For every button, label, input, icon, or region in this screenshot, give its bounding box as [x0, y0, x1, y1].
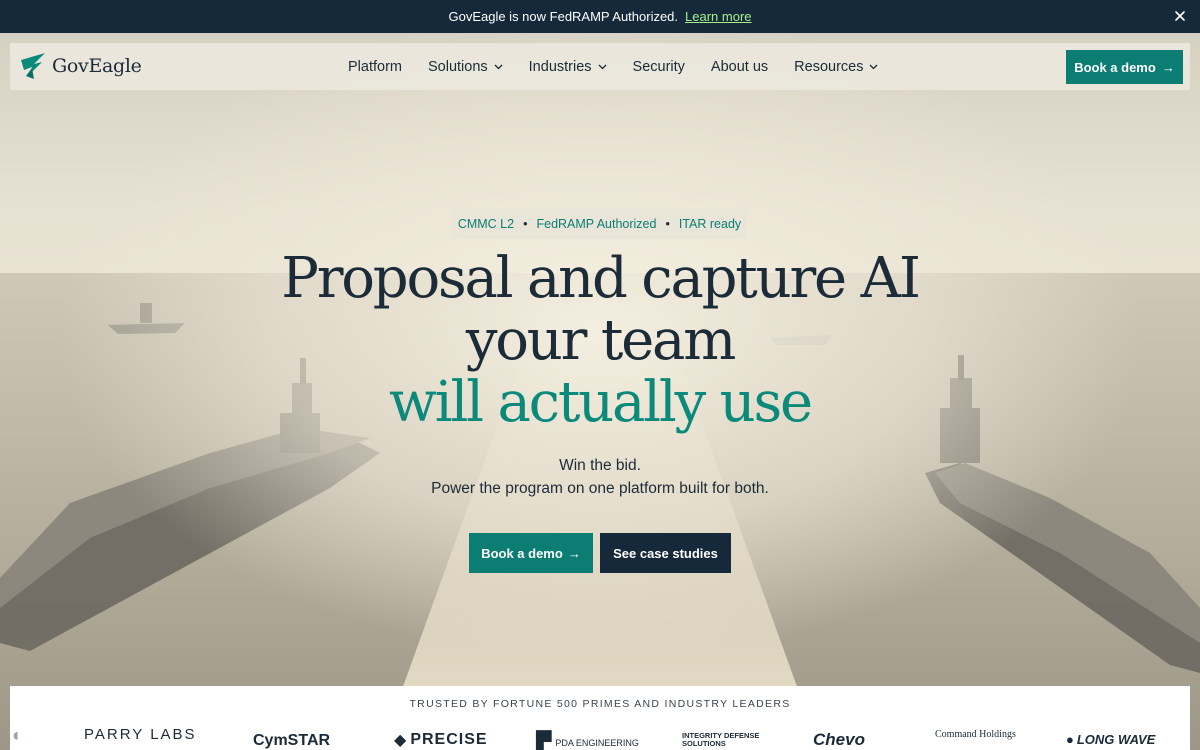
arrow-right-icon: → — [567, 545, 581, 561]
see-case-studies-button[interactable]: See case studies — [600, 533, 731, 573]
button-label: Book a demo — [481, 545, 563, 561]
nav-item-security[interactable]: Security — [633, 59, 685, 75]
logo-pda-engineering: ▛ PDA ENGINEERING — [536, 730, 639, 750]
subtitle-line-2: Power the program on one platform built … — [431, 480, 769, 497]
badge-cmmc: CMMC L2 — [457, 217, 515, 231]
trusted-title: TRUSTED BY FORTUNE 500 PRIMES AND INDUST… — [409, 698, 791, 710]
nav-item-solutions[interactable]: Solutions — [428, 59, 503, 75]
hero-headline: Proposal and capture AI your team will a… — [0, 248, 1200, 434]
arrow-right-icon: → — [1161, 59, 1175, 75]
headline-line-1: Proposal and capture AI — [281, 246, 921, 311]
brand-name: GovEagle — [52, 55, 142, 77]
logo-chevo: Chevo — [813, 730, 865, 749]
nav-item-label: Security — [632, 58, 685, 75]
chevron-down-icon — [598, 64, 606, 69]
nav-item-about-us[interactable]: About us — [711, 59, 768, 75]
brand-logo[interactable]: GovEagle — [20, 52, 142, 80]
nav-item-resources[interactable]: Resources — [794, 59, 878, 75]
logo-parry-labs: PARRY LABS — [84, 726, 197, 743]
logo-precise: ◆ PRECISE — [394, 731, 488, 749]
nav-item-label: Platform — [348, 58, 402, 75]
logo-command-holdings: Command Holdings — [935, 729, 1016, 740]
badge-fedramp: FedRAMP Authorized — [536, 217, 657, 231]
nav-item-label: Resources — [794, 58, 864, 75]
nav-item-platform[interactable]: Platform — [348, 59, 402, 75]
top-navbar: GovEagle Platform Solutions Industries S… — [10, 43, 1190, 90]
diamond-icon: ◆ — [394, 732, 408, 749]
globe-icon: ● — [1066, 732, 1074, 747]
nav-item-label: Solutions — [428, 58, 488, 75]
eagle-logo-icon — [21, 53, 45, 79]
hero-subtitle: Win the bid. Power the program on one pl… — [0, 454, 1200, 500]
nav-item-label: About us — [710, 58, 769, 75]
pda-mark-icon: ▛ — [536, 732, 552, 750]
hero-book-demo-button[interactable]: Book a demo → — [469, 533, 593, 573]
button-label: Book a demo — [1074, 59, 1156, 75]
main-menu: Platform Solutions Industries Security A… — [348, 43, 904, 90]
chevron-down-icon — [870, 64, 878, 69]
announcement-bar: GovEagle is now FedRAMP Authorized. Lear… — [0, 0, 1200, 33]
nav-book-demo-button[interactable]: Book a demo → — [1066, 50, 1183, 84]
logo-long-wave: ● LONG WAVE — [1066, 732, 1156, 747]
customer-logos: ◖ PARRY LABS CymSTAR ◆ PRECISE ▛ PDA ENG… — [10, 725, 1190, 750]
separator-dot: • — [665, 217, 670, 231]
separator-dot: • — [523, 217, 528, 231]
button-label: See case studies — [613, 545, 718, 561]
announcement-message: GovEagle is now FedRAMP Authorized. — [448, 9, 679, 24]
close-icon[interactable] — [1172, 8, 1188, 24]
learn-more-link[interactable]: Learn more — [685, 9, 751, 24]
trusted-by-section: TRUSTED BY FORTUNE 500 PRIMES AND INDUST… — [10, 686, 1190, 750]
nav-item-industries[interactable]: Industries — [529, 59, 607, 75]
subtitle-line-1: Win the bid. — [559, 457, 641, 474]
badge-itar: ITAR ready — [678, 217, 742, 231]
logo-integrity-defense: INTEGRITY DEFENSE SOLUTIONS — [682, 731, 760, 748]
logo-cymstar: CymSTAR — [253, 732, 331, 749]
nav-item-label: Industries — [528, 58, 592, 75]
partial-logo: ◖ — [10, 725, 21, 745]
chevron-down-icon — [494, 64, 503, 69]
headline-accent: will actually use — [389, 370, 813, 435]
headline-line-2: your team — [465, 308, 737, 373]
compliance-badges: CMMC L2 • FedRAMP Authorized • ITAR read… — [452, 209, 747, 239]
